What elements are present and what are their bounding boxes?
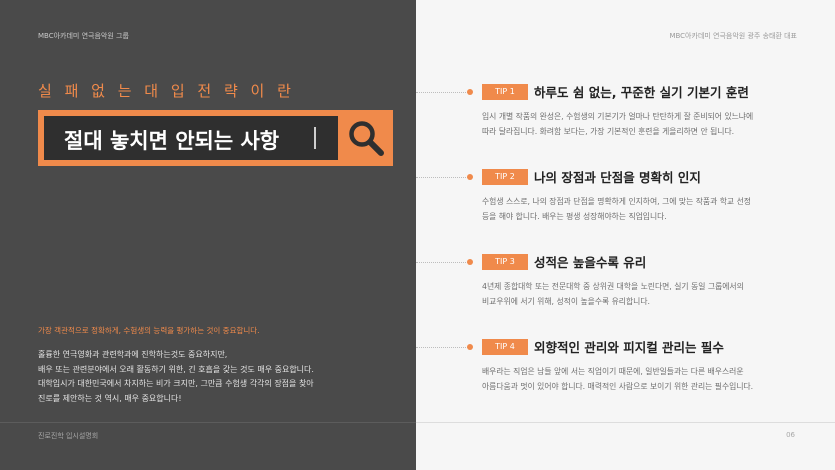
tip-desc-line: 따라 달라집니다. 화려함 보다는, 가장 기본적인 훈련을 게을리하면 안 됩… <box>482 127 735 136</box>
tip-desc-line: 4년제 종합대학 또는 전문대학 중 상위권 대학을 노린다면, 실기 동일 그… <box>482 282 744 291</box>
tip-badge: TIP 3 <box>482 254 528 270</box>
search-box: 절대 놓치면 안되는 사항 <box>38 110 393 166</box>
search-text: 절대 놓치면 안되는 사항 <box>64 129 280 153</box>
brand-right: MBC아카데미 연극음악원 광주 송태환 대표 <box>669 32 797 40</box>
tip-description: 배우라는 직업은 남들 앞에 서는 직업이기 때문에, 일반일들과는 다른 배우… <box>482 364 802 394</box>
tip-title: 하루도 쉼 없는, 꾸준한 실기 기본기 훈련 <box>534 85 749 100</box>
tip-desc-line: 배우라는 직업은 남들 앞에 서는 직업이기 때문에, 일반일들과는 다른 배우… <box>482 367 744 376</box>
section-heading: 실 패 없 는 대 입 전 략 이 란 <box>38 82 295 100</box>
bullet-dot-icon <box>467 344 473 350</box>
body-line: 훌륭한 연극영화과 관련학과에 진학하는것도 중요하지만, <box>38 350 228 359</box>
text-caret <box>314 127 316 149</box>
body-line: 대학입시가 대한민국에서 차지하는 비가 크지만, 그만큼 수험생 각각의 장점… <box>38 379 314 388</box>
tip-desc-line: 등을 해야 합니다. 배우는 평생 성장해야하는 직업입니다. <box>482 212 667 221</box>
right-panel <box>416 0 835 470</box>
tip-desc-line: 비교우위에 서기 위해, 성적이 높을수록 유리합니다. <box>482 297 650 306</box>
footer-divider-left <box>0 422 416 423</box>
tip-badge: TIP 4 <box>482 339 528 355</box>
tip-title: 외향적인 관리와 피지컬 관리는 필수 <box>534 340 724 355</box>
connector-line <box>416 347 468 348</box>
body-text: 훌륭한 연극영화과 관련학과에 진학하는것도 중요하지만, 배우 또는 관련분야… <box>38 348 388 406</box>
connector-line <box>416 92 468 93</box>
tip-description: 입시 개별 작품의 완성은, 수험생의 기본기가 얼마나 탄탄하게 잘 준비되어… <box>482 109 802 139</box>
tip-desc-line: 수험생 스스로, 나의 장점과 단점을 명확하게 인지하여, 그에 맞는 작품과… <box>482 197 751 206</box>
tip-badge: TIP 2 <box>482 169 528 185</box>
footer-divider-right <box>416 422 835 423</box>
tip-description: 수험생 스스로, 나의 장점과 단점을 명확하게 인지하여, 그에 맞는 작품과… <box>482 194 802 224</box>
body-line: 진로를 제안하는 것 역시, 매우 중요합니다! <box>38 393 182 403</box>
search-input: 절대 놓치면 안되는 사항 <box>44 116 338 160</box>
tip-description: 4년제 종합대학 또는 전문대학 중 상위권 대학을 노린다면, 실기 동일 그… <box>482 279 802 309</box>
brand-left: MBC아카데미 연극음악원 그룹 <box>38 32 129 40</box>
connector-line <box>416 262 468 263</box>
bullet-dot-icon <box>467 174 473 180</box>
bullet-dot-icon <box>467 259 473 265</box>
tip-badge: TIP 1 <box>482 84 528 100</box>
tip-title: 나의 장점과 단점을 명확히 인지 <box>534 170 701 185</box>
tip-desc-line: 입시 개별 작품의 완성은, 수험생의 기본기가 얼마나 탄탄하게 잘 준비되어… <box>482 112 754 121</box>
search-icon <box>349 121 384 156</box>
bullet-dot-icon <box>467 89 473 95</box>
body-line: 배우 또는 관련분야에서 오래 활동하기 위한, 긴 호흡을 갖는 것도 매우 … <box>38 364 314 374</box>
page-number: 06 <box>786 431 795 439</box>
lead-text: 가장 객관적으로 정확하게, 수험생의 능력을 평가하는 것이 중요합니다. <box>38 326 260 335</box>
tip-desc-line: 아름다움과 멋이 있어야 합니다. 매력적인 사람으로 보이기 위한 관리는 필… <box>482 382 754 391</box>
connector-line <box>416 177 468 178</box>
tip-title: 성적은 높을수록 유리 <box>534 255 647 270</box>
footer-label: 진로진학 입시설명회 <box>38 432 99 440</box>
